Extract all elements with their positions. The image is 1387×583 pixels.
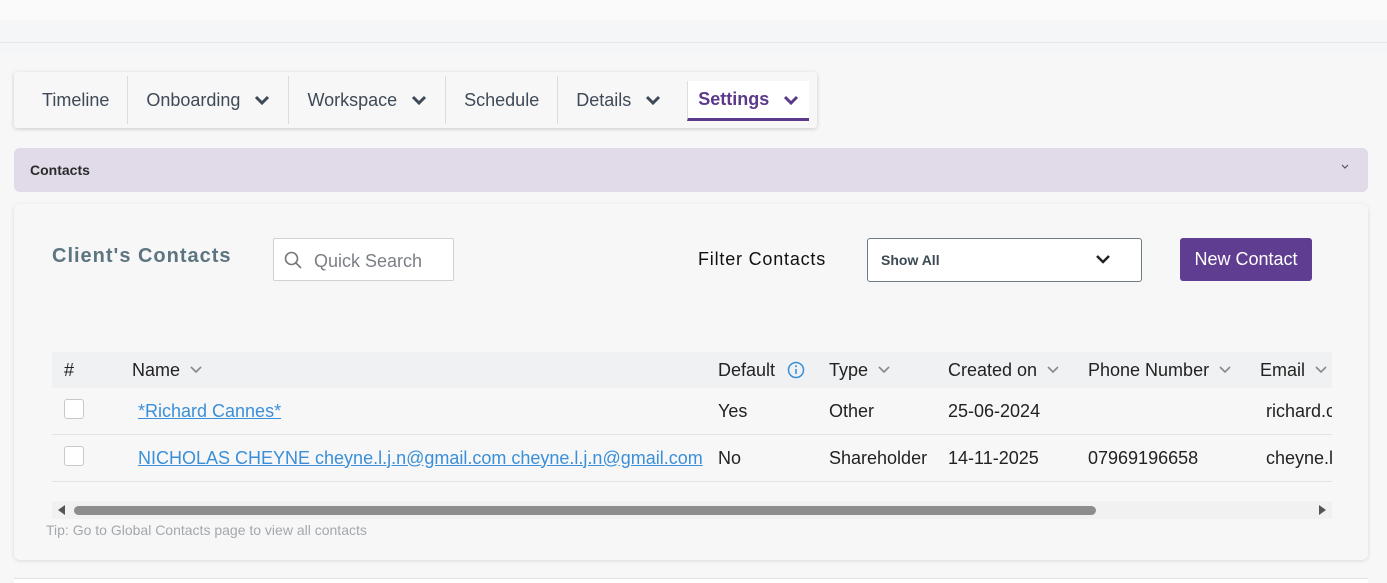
search-icon	[284, 251, 302, 269]
top-bar	[0, 0, 1387, 21]
cell-type: Shareholder	[829, 434, 948, 482]
scrollbar-thumb[interactable]	[74, 506, 1096, 515]
tab-label: Onboarding	[146, 89, 241, 110]
header-band	[0, 20, 1387, 43]
tab-label: Schedule	[464, 89, 540, 110]
sort-chevron-icon[interactable]	[1047, 366, 1059, 374]
contacts-section-header[interactable]: Contacts	[14, 148, 1368, 192]
sort-chevron-icon[interactable]	[1315, 366, 1327, 374]
info-icon[interactable]	[787, 361, 805, 379]
sort-chevron-icon[interactable]	[190, 366, 202, 374]
tab-schedule[interactable]: Schedule	[445, 76, 557, 124]
filter-value: Show All	[881, 252, 940, 268]
column-header-name[interactable]: Name	[132, 352, 718, 388]
filter-select[interactable]: Show All	[867, 238, 1142, 282]
column-header-index: #	[64, 359, 75, 380]
cell-email: richard.c	[1260, 388, 1332, 435]
chevron-down-icon	[646, 95, 661, 105]
tab-label: Details	[576, 89, 632, 110]
cell-email: cheyne.l	[1260, 434, 1332, 482]
column-header-default: Default	[718, 352, 829, 388]
table-header-row: # Name Default Type Created on Phone Num…	[52, 352, 1332, 388]
cell-default: Yes	[718, 388, 829, 435]
tab-timeline[interactable]: Timeline	[24, 76, 127, 124]
cell-default: No	[718, 434, 829, 482]
cell-phone: 07969196658	[1088, 434, 1260, 482]
contacts-card: Client's Contacts Filter Contacts Show A…	[14, 204, 1368, 560]
tab-label: Timeline	[42, 89, 110, 110]
cell-created-on: 25-06-2024	[948, 388, 1088, 435]
contact-name-link[interactable]: *Richard Cannes*	[138, 401, 281, 421]
table-row: NICHOLAS CHEYNE cheyne.l.j.n@gmail.com c…	[52, 434, 1332, 482]
table-row: *Richard Cannes* Yes Other 25-06-2024 ri…	[52, 388, 1332, 435]
row-checkbox[interactable]	[64, 398, 84, 419]
chevron-down-icon	[255, 95, 270, 105]
contacts-table: # Name Default Type Created on Phone Num…	[52, 352, 1332, 482]
column-header-phone[interactable]: Phone Number	[1088, 352, 1260, 388]
tab-label: Settings	[698, 89, 770, 109]
card-title: Client's Contacts	[52, 245, 232, 267]
chevron-down-icon	[412, 95, 427, 105]
column-header-created-on[interactable]: Created on	[948, 352, 1088, 388]
filter-label: Filter Contacts	[698, 249, 827, 269]
tab-onboarding[interactable]: Onboarding	[127, 76, 288, 124]
column-header-email[interactable]: Email	[1260, 352, 1332, 388]
cell-created-on: 14-11-2025	[948, 434, 1088, 482]
tab-bar: Timeline Onboarding Workspace Schedule D…	[14, 72, 817, 128]
sort-chevron-icon[interactable]	[878, 366, 890, 374]
cell-phone	[1088, 388, 1260, 435]
tip-text: Tip: Go to Global Contacts page to view …	[46, 522, 367, 538]
chevron-down-icon	[1341, 164, 1349, 169]
row-checkbox[interactable]	[64, 445, 84, 466]
tab-details[interactable]: Details	[557, 76, 679, 124]
search-input[interactable]	[312, 248, 451, 274]
horizontal-scrollbar[interactable]	[52, 501, 1332, 519]
tab-label: Workspace	[307, 89, 398, 110]
new-contact-button[interactable]: New Contact	[1180, 238, 1312, 281]
scroll-left-arrow-icon[interactable]	[58, 505, 66, 515]
bottom-panel-edge	[14, 578, 1368, 583]
section-title: Contacts	[30, 162, 90, 178]
contact-name-link[interactable]: NICHOLAS CHEYNE cheyne.l.j.n@gmail.com c…	[138, 448, 703, 468]
chevron-down-icon	[784, 95, 799, 105]
tab-workspace[interactable]: Workspace	[288, 76, 445, 124]
cell-type: Other	[829, 388, 948, 435]
sort-chevron-icon[interactable]	[1219, 366, 1231, 374]
quick-search[interactable]	[273, 238, 454, 281]
tab-settings[interactable]: Settings	[687, 81, 810, 121]
chevron-down-icon	[1096, 255, 1110, 264]
scroll-right-arrow-icon[interactable]	[1318, 505, 1326, 515]
column-header-type[interactable]: Type	[829, 352, 948, 388]
